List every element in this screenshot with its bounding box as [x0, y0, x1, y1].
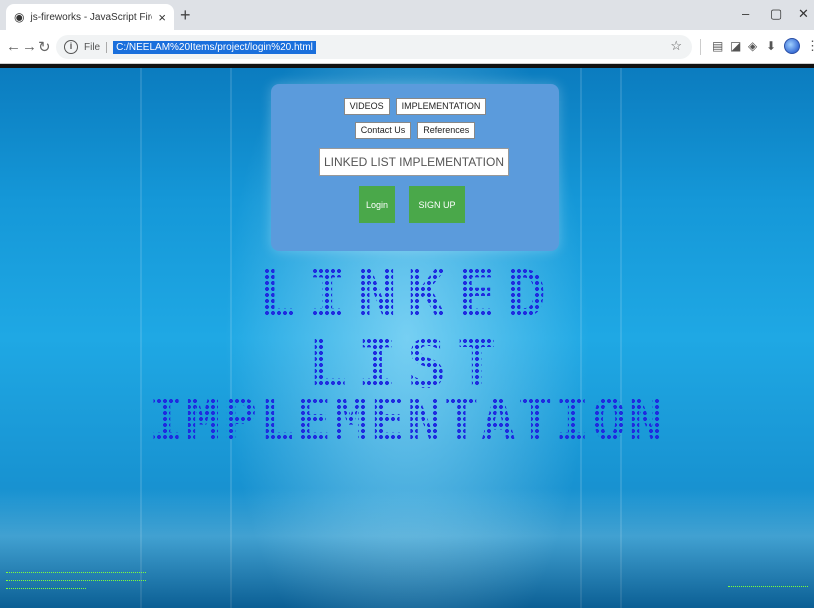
banner-line-linked: LINKED: [0, 256, 814, 333]
browser-tab-bar: ◉ js-fireworks - JavaScript Firework × +…: [0, 0, 814, 30]
references-button[interactable]: References: [417, 122, 476, 139]
videos-button[interactable]: VIDEOS: [343, 98, 390, 115]
footer-right-text: [728, 586, 808, 591]
nav-row-secondary: Contact Us References: [271, 122, 559, 139]
star-icon[interactable]: ☆: [670, 38, 682, 54]
contact-us-button[interactable]: Contact Us: [354, 122, 412, 139]
reload-icon[interactable]: ↻: [38, 38, 51, 56]
page-heading-box: LINKED LIST IMPLEMENTATION: [319, 148, 509, 176]
shield-icon[interactable]: ◈: [748, 39, 757, 53]
page-background: VIDEOS IMPLEMENTATION Contact Us Referen…: [0, 68, 814, 608]
extension-icon[interactable]: ▤: [712, 39, 723, 53]
banner-line-implementation: IMPLEMENTATION: [0, 386, 814, 454]
info-icon[interactable]: i: [64, 40, 78, 54]
signup-button[interactable]: SIGN UP: [409, 186, 465, 223]
nav-row-primary: VIDEOS IMPLEMENTATION: [271, 98, 559, 115]
browser-tab[interactable]: ◉ js-fireworks - JavaScript Firework ×: [6, 4, 174, 30]
profile-icon[interactable]: [784, 38, 800, 54]
new-tab-button[interactable]: +: [180, 5, 191, 26]
download-icon[interactable]: ⬇: [766, 39, 776, 53]
menu-dots-icon[interactable]: ⋮: [806, 38, 814, 54]
scheme-label: File: [84, 41, 108, 53]
address-bar[interactable]: i File C:/NEELAM%20Items/project/login%2…: [56, 35, 692, 59]
puzzle-icon[interactable]: ◪: [730, 39, 741, 53]
implementation-button[interactable]: IMPLEMENTATION: [395, 98, 487, 115]
url-text[interactable]: C:/NEELAM%20Items/project/login%20.html: [113, 40, 316, 54]
close-tab-icon[interactable]: ×: [158, 10, 166, 25]
globe-icon: ◉: [14, 10, 25, 24]
back-arrow-icon[interactable]: ←: [6, 38, 21, 55]
minimize-button[interactable]: –: [742, 6, 749, 21]
footer-left-text: [6, 572, 146, 593]
login-button[interactable]: Login: [359, 186, 395, 223]
tab-title: js-fireworks - JavaScript Firework: [30, 11, 152, 23]
browser-toolbar: ← → ↻ i File C:/NEELAM%20Items/project/l…: [0, 30, 814, 64]
navigation-card: VIDEOS IMPLEMENTATION Contact Us Referen…: [271, 84, 559, 251]
forward-arrow-icon[interactable]: →: [22, 38, 37, 55]
close-window-button[interactable]: ✕: [798, 6, 809, 22]
maximize-button[interactable]: ▢: [770, 6, 782, 22]
toolbar-divider: [700, 39, 701, 55]
